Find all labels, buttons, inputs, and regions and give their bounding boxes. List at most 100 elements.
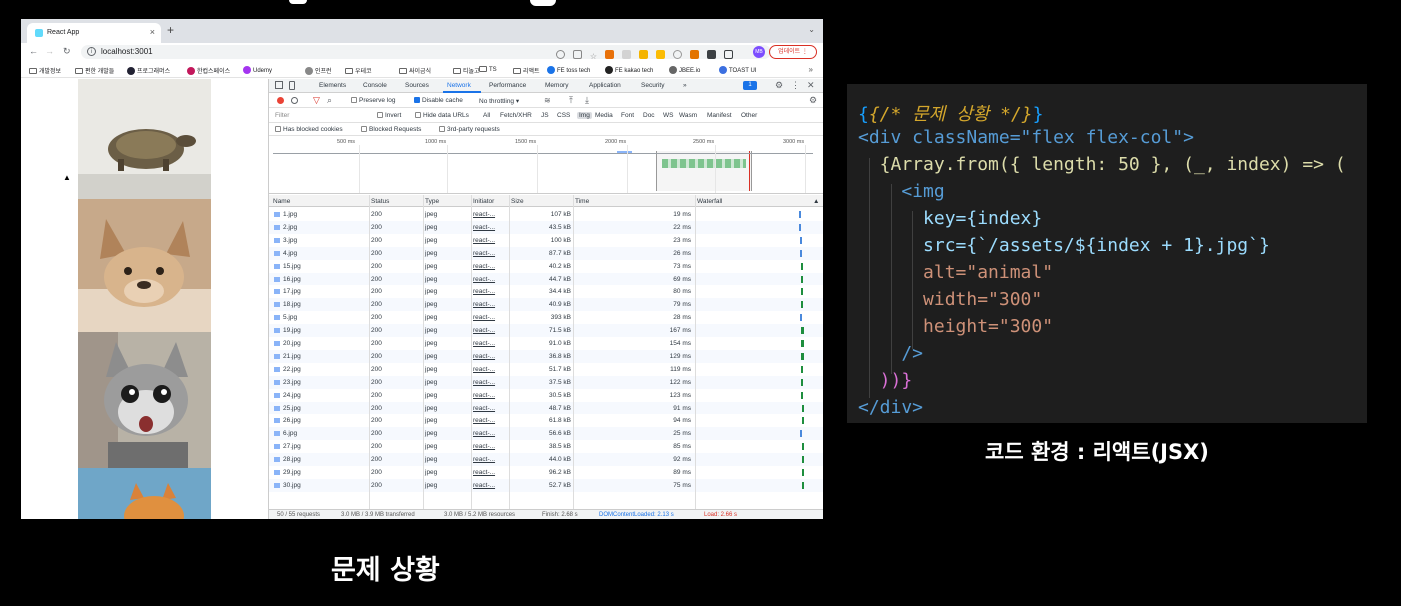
initiator-cell[interactable]: react-... — [473, 224, 495, 231]
filter-type-doc[interactable]: Doc — [643, 112, 655, 119]
message-badge[interactable]: 1 — [743, 81, 757, 90]
preserve-log-checkbox[interactable]: Preserve log — [351, 97, 396, 104]
initiator-cell[interactable]: react-... — [473, 392, 495, 399]
tab-search-chevron-icon[interactable]: ⌄ — [808, 25, 815, 34]
filter-type-css[interactable]: CSS — [557, 112, 570, 119]
close-icon[interactable]: ✕ — [807, 80, 815, 91]
table-row[interactable]: 19.jpg 200 jpeg react-... 71.5 kB 167 ms — [269, 324, 823, 337]
initiator-cell[interactable]: react-... — [473, 301, 495, 308]
update-button[interactable]: 업데이트 ⋮ — [769, 45, 817, 59]
initiator-cell[interactable]: react-... — [473, 327, 495, 334]
initiator-cell[interactable]: react-... — [473, 379, 495, 386]
filter-type-wasm[interactable]: Wasm — [679, 112, 697, 119]
new-tab-icon[interactable]: + — [167, 23, 174, 37]
tab-network[interactable]: Network — [447, 82, 471, 89]
sidepanel-icon[interactable] — [723, 50, 733, 59]
filter-type-media[interactable]: Media — [595, 112, 613, 119]
initiator-cell[interactable]: react-... — [473, 405, 495, 412]
extension-icon[interactable] — [672, 50, 682, 59]
initiator-cell[interactable]: react-... — [473, 456, 495, 463]
invert-checkbox[interactable]: Invert — [377, 112, 401, 119]
bookmark-item[interactable]: JBEE.io — [669, 66, 700, 74]
reload-icon[interactable]: ↻ — [63, 46, 71, 57]
filter-type-img[interactable]: Img — [577, 112, 592, 119]
forward-icon[interactable]: → — [45, 46, 54, 56]
initiator-cell[interactable]: react-... — [473, 443, 495, 450]
clear-icon[interactable] — [291, 97, 298, 104]
bookmark-item[interactable]: 편한 개발들 — [75, 66, 114, 75]
extension-icon[interactable] — [655, 50, 665, 59]
table-row[interactable]: 6.jpg 200 jpeg react-... 56.6 kB 25 ms — [269, 427, 823, 441]
hide-data-urls-checkbox[interactable]: Hide data URLs — [415, 112, 469, 119]
blocked-cookies-checkbox[interactable]: Has blocked cookies — [275, 126, 343, 133]
filter-icon[interactable]: ▽ — [313, 95, 320, 106]
filter-type-fetchxhr[interactable]: Fetch/XHR — [500, 112, 532, 119]
info-icon[interactable]: i — [87, 47, 96, 56]
third-party-checkbox[interactable]: 3rd-party requests — [439, 126, 500, 133]
initiator-cell[interactable]: react-... — [473, 276, 495, 283]
extension-icon[interactable] — [689, 50, 699, 59]
export-har-icon[interactable]: ⤓ — [585, 95, 589, 106]
filter-input[interactable]: Filter — [275, 112, 289, 119]
table-row[interactable]: 30.jpg 200 jpeg react-... 52.7 kB 75 ms — [269, 478, 823, 492]
tab-sources[interactable]: Sources — [405, 82, 429, 89]
column-header-name[interactable]: Name — [273, 198, 290, 205]
overview-selection[interactable] — [656, 151, 752, 191]
bookmark-item[interactable]: Udemy — [243, 66, 272, 74]
tab-close-icon[interactable]: × — [150, 27, 155, 37]
initiator-cell[interactable]: react-... — [473, 366, 495, 373]
extension-icon[interactable] — [621, 50, 631, 59]
filter-type-font[interactable]: Font — [621, 112, 634, 119]
tab-elements[interactable]: Elements — [319, 82, 346, 89]
table-row[interactable]: 16.jpg 200 jpeg react-... 44.7 kB 69 ms — [269, 272, 823, 286]
column-header-status[interactable]: Status — [371, 198, 389, 205]
filter-type-other[interactable]: Other — [741, 112, 757, 119]
bookmark-item[interactable]: 우테코 — [345, 66, 372, 75]
tab-application[interactable]: Application — [589, 82, 621, 89]
wifi-icon[interactable]: ≋ — [544, 96, 551, 105]
initiator-cell[interactable]: react-... — [473, 237, 495, 244]
browser-tab[interactable]: React App × — [27, 23, 161, 43]
import-har-icon[interactable]: ⤒ — [569, 95, 573, 106]
filter-type-all[interactable]: All — [483, 112, 490, 119]
table-row[interactable]: 27.jpg 200 jpeg react-... 38.5 kB 85 ms — [269, 440, 823, 453]
network-settings-icon[interactable]: ⚙ — [809, 95, 817, 106]
puzzle-icon[interactable] — [706, 50, 716, 59]
tab-[interactable]: » — [683, 82, 687, 89]
blocked-requests-checkbox[interactable]: Blocked Requests — [361, 126, 421, 133]
table-row[interactable]: 20.jpg 200 jpeg react-... 91.0 kB 154 ms — [269, 337, 823, 350]
filter-type-ws[interactable]: WS — [663, 112, 673, 119]
table-row[interactable]: 3.jpg 200 jpeg react-... 100 kB 23 ms — [269, 234, 823, 247]
table-row[interactable]: 1.jpg 200 jpeg react-... 107 kB 19 ms — [269, 208, 823, 221]
tab-memory[interactable]: Memory — [545, 82, 568, 89]
more-vert-icon[interactable]: ⋮ — [791, 80, 800, 91]
record-icon[interactable] — [277, 97, 284, 104]
filter-type-js[interactable]: JS — [541, 112, 549, 119]
initiator-cell[interactable]: react-... — [473, 340, 495, 347]
column-header-size[interactable]: Size — [511, 198, 524, 205]
filter-type-manifest[interactable]: Manifest — [707, 112, 732, 119]
disable-cache-checkbox[interactable]: Disable cache — [414, 97, 463, 104]
bookmark-item[interactable]: 한컵스페이스 — [187, 66, 230, 75]
bookmark-item[interactable]: 티놀고 — [453, 66, 480, 75]
initiator-cell[interactable]: react-... — [473, 482, 495, 489]
network-overview-timeline[interactable]: 500 ms 1000 ms 1500 ms 2000 ms 2500 ms 3000 m… — [269, 137, 823, 194]
tab-security[interactable]: Security — [641, 82, 664, 89]
column-header-time[interactable]: Time — [575, 198, 589, 205]
inspect-icon[interactable] — [275, 81, 283, 89]
initiator-cell[interactable]: react-... — [473, 314, 495, 321]
initiator-cell[interactable]: react-... — [473, 417, 495, 424]
extension-icon[interactable] — [638, 50, 648, 59]
table-row[interactable]: 25.jpg 200 jpeg react-... 48.7 kB 91 ms — [269, 401, 823, 415]
tab-console[interactable]: Console — [363, 82, 387, 89]
search-icon[interactable]: ⌕ — [327, 95, 332, 106]
bookmark-item[interactable]: FE kakao tech — [605, 66, 653, 74]
column-header-type[interactable]: Type — [425, 198, 439, 205]
table-row[interactable]: 15.jpg 200 jpeg react-... 40.2 kB 73 ms — [269, 260, 823, 273]
column-header-waterfall[interactable]: Waterfall — [697, 198, 722, 205]
sort-arrow-icon[interactable]: ▲ — [813, 198, 819, 205]
url-text[interactable]: localhost:3001 — [101, 47, 153, 56]
device-toolbar-icon[interactable] — [289, 81, 295, 90]
tab-performance[interactable]: Performance — [489, 82, 526, 89]
table-row[interactable]: 26.jpg 200 jpeg react-... 61.8 kB 94 ms — [269, 414, 823, 427]
